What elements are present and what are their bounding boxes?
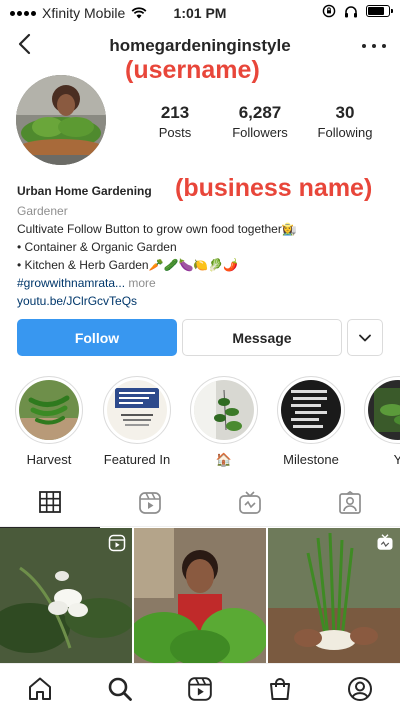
grid-icon — [39, 491, 61, 513]
bio-line: • Container & Organic Garden — [17, 240, 177, 254]
story-highlights: Harvest Featured In 🏠 Milestone Y — [0, 376, 400, 468]
home-icon — [29, 677, 51, 700]
highlight-ring — [15, 376, 83, 444]
stat-followers[interactable]: 6,287 Followers — [220, 103, 300, 140]
highlight-cover — [107, 380, 167, 440]
reels-icon — [139, 492, 161, 514]
highlight-ring — [277, 376, 345, 444]
tab-igtv[interactable] — [200, 485, 300, 527]
post-thumbnail[interactable] — [268, 528, 400, 663]
stat-label: Followers — [232, 125, 288, 140]
post-image — [134, 528, 266, 663]
lock-rotation-icon — [322, 4, 336, 18]
bio-hashtag-line: #growwithnamrata... more — [17, 274, 387, 292]
highlight-home[interactable]: 🏠 — [181, 376, 267, 468]
tab-posts[interactable] — [0, 485, 100, 528]
stat-value: 30 — [335, 103, 355, 122]
headphones-icon — [345, 5, 357, 17]
nav-profile[interactable] — [340, 669, 380, 709]
nav-home[interactable] — [20, 669, 60, 709]
more-link[interactable]: more — [125, 276, 155, 290]
highlight-label: 🏠 — [215, 452, 233, 467]
highlight-cover — [368, 380, 400, 440]
avatar[interactable] — [16, 75, 106, 165]
highlight-ring — [364, 376, 400, 444]
highlight-cover — [281, 380, 341, 440]
highlight-ring — [190, 376, 258, 444]
igtv-badge-icon — [376, 534, 394, 557]
status-bar: Xfinity Mobile 1:01 PM — [0, 0, 400, 24]
battery-level — [368, 7, 384, 15]
highlight-harvest[interactable]: Harvest — [6, 376, 92, 467]
highlight-label: Featured In — [103, 452, 171, 467]
tab-tagged[interactable] — [300, 485, 400, 527]
website-link[interactable]: youtu.be/JClrGcvTeQs — [17, 292, 387, 310]
bio-line: • Kitchen & Herb Garden🥕🥒🍆🍋🥬🌶️ — [17, 258, 239, 272]
more-options-icon[interactable] — [362, 36, 386, 56]
stat-value: 6,287 — [238, 103, 282, 122]
bio-line: Cultivate Follow Button to grow own food… — [17, 222, 297, 236]
hashtag-link[interactable]: #growwithnamrata... — [17, 276, 125, 290]
chevron-down-icon — [359, 334, 371, 341]
annotation-username: (username) — [125, 56, 260, 84]
battery-icon — [366, 5, 393, 17]
message-button[interactable]: Message — [182, 319, 342, 356]
highlight-label: Y — [393, 452, 400, 467]
nav-shop[interactable] — [260, 669, 300, 709]
bottom-navigation — [0, 663, 400, 713]
post-grid — [0, 528, 400, 663]
reel-badge-icon — [108, 534, 126, 557]
nav-reels[interactable] — [180, 669, 220, 709]
stat-posts[interactable]: 213 Posts — [135, 103, 215, 140]
search-icon — [108, 677, 132, 701]
highlight-partial[interactable]: Y — [355, 376, 400, 467]
post-thumbnail[interactable] — [134, 528, 266, 663]
avatar-photo — [16, 75, 106, 165]
nav-search[interactable] — [100, 669, 140, 709]
highlight-label: Milestone — [283, 452, 339, 467]
suggested-dropdown-button[interactable] — [347, 319, 383, 356]
reels-icon — [188, 676, 212, 701]
stat-following[interactable]: 30 Following — [305, 103, 385, 140]
highlight-cover — [19, 380, 79, 440]
annotation-business-name: (business name) — [175, 174, 373, 202]
profile-icon — [348, 676, 372, 701]
highlight-label: Harvest — [26, 452, 72, 467]
business-category: Gardener — [17, 204, 68, 218]
shop-icon — [270, 677, 290, 700]
tagged-icon — [339, 491, 361, 514]
status-right-icons — [322, 4, 393, 18]
profile-tabs — [0, 485, 400, 528]
profile-actions: Follow Message — [17, 319, 383, 356]
highlight-featured-in[interactable]: Featured In — [94, 376, 180, 467]
highlight-milestone[interactable]: Milestone — [268, 376, 354, 467]
tab-reels[interactable] — [100, 485, 200, 527]
header-username: homegardeninginstyle — [109, 36, 291, 55]
highlight-cover — [194, 380, 254, 440]
stat-value: 213 — [160, 103, 190, 122]
post-thumbnail[interactable] — [0, 528, 132, 663]
follow-button[interactable]: Follow — [17, 319, 177, 356]
igtv-icon — [239, 491, 261, 514]
profile-stats: 213 Posts 6,287 Followers 30 Following — [135, 103, 385, 140]
stat-label: Following — [317, 125, 373, 140]
highlight-ring — [103, 376, 171, 444]
stat-label: Posts — [158, 125, 192, 140]
